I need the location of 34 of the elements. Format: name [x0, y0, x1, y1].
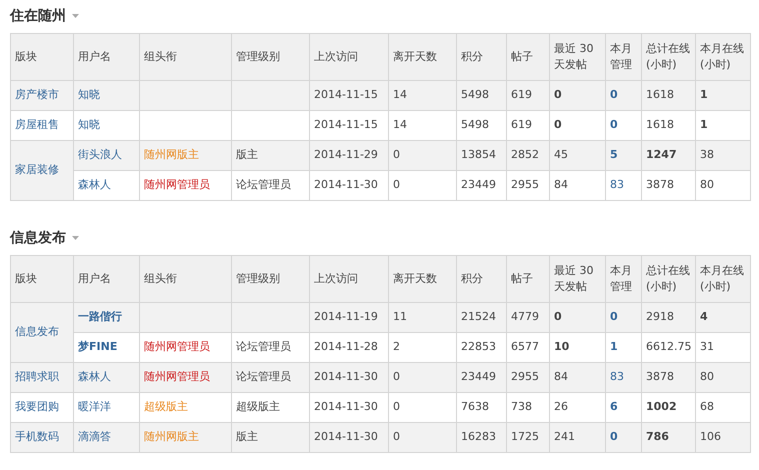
group-title: 随州网管理员	[144, 178, 210, 192]
table-cell: 0	[606, 422, 642, 452]
username-link[interactable]: 知晓	[78, 88, 100, 102]
table-cell: 80	[696, 170, 750, 200]
board-link[interactable]: 家居装修	[15, 163, 59, 176]
table-cell: 2014-11-30	[310, 170, 388, 200]
column-header: 版块	[10, 256, 74, 302]
section-title: 住在随州	[10, 6, 66, 26]
table-cell: 版主	[232, 422, 310, 452]
group-title: 随州网版主	[144, 430, 199, 444]
table-cell: 786	[642, 422, 696, 452]
board-link[interactable]: 信息发布	[15, 325, 59, 338]
table-cell: 0	[388, 170, 456, 200]
table-cell: 2014-11-30	[310, 422, 388, 452]
table-cell: 106	[696, 422, 750, 452]
table-cell: 16283	[456, 422, 506, 452]
group-title: 超级版主	[144, 400, 188, 414]
table-cell: 论坛管理员	[232, 170, 310, 200]
table-cell: 83	[606, 170, 642, 200]
table-cell: 3878	[642, 170, 696, 200]
caret-icon[interactable]	[72, 236, 79, 240]
group-title: 随州网管理员	[144, 340, 210, 354]
table-cell: 1725	[506, 422, 550, 452]
table-cell: 2955	[506, 170, 550, 200]
caret-icon[interactable]	[72, 14, 79, 18]
group-title: 随州网管理员	[144, 370, 210, 384]
group-title: 随州网版主	[144, 148, 199, 162]
table-cell: 23449	[456, 170, 506, 200]
username-link[interactable]: 知晓	[78, 118, 100, 132]
table-cell: 241	[550, 422, 606, 452]
column-header: 版块	[10, 34, 74, 80]
section-title: 信息发布	[10, 228, 66, 248]
table-cell: 84	[550, 170, 606, 200]
table-cell: 0	[388, 422, 456, 452]
